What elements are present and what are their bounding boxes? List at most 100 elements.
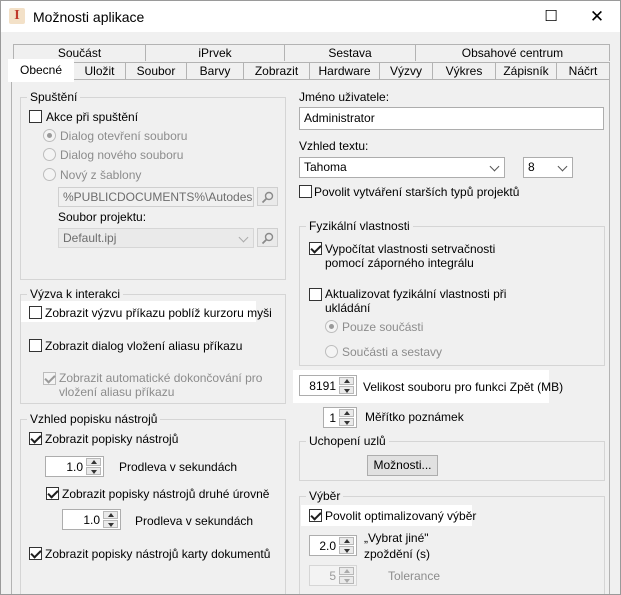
decrement-arrow-icon[interactable]: [339, 418, 354, 426]
template-browse-button[interactable]: [257, 187, 278, 206]
increment-arrow-icon[interactable]: [339, 377, 354, 385]
radio-new-dialog-label: Dialog nového souboru: [60, 148, 184, 162]
tab-content-panel: Spuštění Akce při spuštění Dialog otevře…: [11, 79, 610, 594]
radio-new-dialog[interactable]: [43, 148, 56, 161]
annotation-scale-label: Měřítko poznámek: [365, 410, 464, 424]
tolerance-value: 5: [329, 569, 336, 583]
tooltips-group-label: Vzhled popisku nástrojů: [27, 412, 161, 426]
radio-new-from-template-label: Nový z šablony: [60, 168, 142, 182]
font-size-dropdown[interactable]: 8: [523, 157, 573, 178]
startup-action-label: Akce při spuštění: [46, 110, 139, 124]
increment-arrow-icon[interactable]: [339, 537, 354, 545]
close-button[interactable]: ✕: [574, 1, 620, 32]
second-level-delay-label: Prodleva v sekundách: [135, 514, 254, 528]
tab-nacrt[interactable]: Náčrt: [556, 62, 610, 79]
physical-properties-group-label: Fyzikální vlastnosti: [306, 219, 413, 233]
project-file-dropdown[interactable]: Default.ipj: [58, 228, 254, 248]
increment-arrow-icon[interactable]: [339, 409, 354, 417]
app-logo-icon: I: [9, 8, 25, 24]
second-level-tooltips-checkbox[interactable]: [46, 487, 59, 500]
tab-obsahove-centrum[interactable]: Obsahové centrum: [415, 44, 610, 61]
font-dropdown[interactable]: Tahoma: [299, 157, 505, 178]
options-dialog: I Možnosti aplikace ☐ ✕ Součást iPrvek S…: [0, 0, 621, 595]
prompt-near-cursor-label: Zobrazit výzvu příkazu poblíž kurzoru my…: [45, 306, 272, 320]
radio-parts-and-assemblies-label: Součásti a sestavy: [342, 345, 443, 359]
tab-zapisnik[interactable]: Zápisník: [495, 62, 557, 79]
prompt-near-cursor-checkbox[interactable]: [29, 306, 42, 319]
username-field[interactable]: Administrator: [299, 107, 604, 130]
increment-arrow-icon[interactable]: [103, 511, 118, 519]
second-level-delay-value: 1.0: [83, 513, 100, 527]
decrement-arrow-icon[interactable]: [339, 546, 354, 554]
text-appearance-label: Vzhled textu:: [299, 139, 369, 153]
tab-soubor[interactable]: Soubor: [125, 62, 187, 79]
chevron-down-icon: [489, 161, 500, 172]
tab-ulozit[interactable]: Uložit: [73, 62, 126, 79]
annotation-scale-value: 1: [329, 411, 336, 425]
increment-arrow-icon[interactable]: [339, 567, 354, 575]
snap-options-button[interactable]: Možnosti...: [367, 455, 438, 476]
tooltip-delay-stepper[interactable]: 1.0: [45, 456, 104, 477]
calc-inertia-checkbox[interactable]: [309, 242, 322, 255]
show-tooltips-label: Zobrazit popisky nástrojů: [45, 432, 179, 446]
autocomplete-checkbox[interactable]: [43, 372, 56, 385]
window-title: Možnosti aplikace: [33, 9, 145, 25]
show-tooltips-checkbox[interactable]: [29, 432, 42, 445]
template-path-field[interactable]: %PUBLICDOCUMENTS%\Autodesk\Inv: [58, 187, 254, 207]
doc-tab-tooltips-label: Zobrazit popisky nástrojů karty dokument…: [45, 547, 271, 561]
tab-iprvek[interactable]: iPrvek: [145, 44, 285, 61]
project-browse-button[interactable]: [257, 228, 278, 247]
decrement-arrow-icon[interactable]: [86, 467, 101, 475]
alias-dialog-checkbox[interactable]: [29, 339, 42, 352]
legacy-projects-checkbox[interactable]: [299, 185, 312, 198]
update-physical-label: Aktualizovat fyzikální vlastnosti při uk…: [325, 287, 507, 315]
radio-parts-only-label: Pouze součásti: [342, 320, 424, 334]
decrement-arrow-icon[interactable]: [339, 386, 354, 394]
undo-size-value: 8191: [309, 379, 336, 393]
chevron-down-icon: [557, 161, 568, 172]
radio-open-dialog-label: Dialog otevření souboru: [60, 129, 188, 143]
tab-hardware[interactable]: Hardware: [309, 62, 380, 79]
project-file-value: Default.ipj: [63, 231, 117, 245]
optimized-selection-checkbox[interactable]: [309, 509, 322, 522]
autocomplete-label: Zobrazit automatické dokončování pro vlo…: [59, 371, 263, 399]
radio-parts-only[interactable]: [325, 320, 338, 333]
startup-action-checkbox[interactable]: [29, 110, 42, 123]
increment-arrow-icon[interactable]: [86, 458, 101, 466]
select-other-delay-label: „Vybrat jiné" zpoždění (s): [364, 531, 431, 561]
radio-open-dialog[interactable]: [43, 129, 56, 142]
maximize-button[interactable]: ☐: [528, 1, 574, 32]
title-bar: I Možnosti aplikace ☐ ✕: [1, 1, 620, 32]
calc-inertia-label: Vypočítat vlastnosti setrvačnosti pomocí…: [325, 242, 496, 270]
snap-group: Uchopení uzlů: [299, 434, 605, 481]
annotation-scale-stepper[interactable]: 1: [323, 407, 357, 428]
tab-barvy[interactable]: Barvy: [186, 62, 244, 79]
undo-size-stepper[interactable]: 8191: [299, 375, 357, 396]
decrement-arrow-icon[interactable]: [339, 576, 354, 584]
snap-group-label: Uchopení uzlů: [306, 434, 389, 448]
radio-new-from-template[interactable]: [43, 168, 56, 181]
browse-icon: [261, 191, 274, 204]
font-value: Tahoma: [304, 160, 347, 174]
second-level-tooltips-label: Zobrazit popisky nástrojů druhé úrovně: [62, 487, 270, 501]
radio-parts-and-assemblies[interactable]: [325, 345, 338, 358]
username-label: Jméno uživatele:: [299, 90, 390, 104]
tolerance-stepper[interactable]: 5: [309, 565, 357, 586]
browse-icon: [261, 232, 274, 245]
undo-size-label: Velikost souboru pro funkci Zpět (MB): [363, 380, 564, 394]
tab-obecne[interactable]: Obecné: [8, 59, 74, 82]
tab-sestava[interactable]: Sestava: [284, 44, 416, 61]
optimized-selection-label: Povolit optimalizovaný výběr: [325, 509, 477, 523]
tab-zobrazit[interactable]: Zobrazit: [243, 62, 310, 79]
tab-vykres[interactable]: Výkres: [432, 62, 496, 79]
tolerance-label: Tolerance: [388, 569, 441, 583]
project-file-label: Soubor projektu:: [58, 210, 147, 224]
update-physical-checkbox[interactable]: [309, 288, 322, 301]
select-other-delay-stepper[interactable]: 2.0: [309, 535, 357, 556]
chevron-down-icon: [238, 232, 249, 243]
select-other-delay-value: 2.0: [319, 539, 336, 553]
doc-tab-tooltips-checkbox[interactable]: [29, 547, 42, 560]
decrement-arrow-icon[interactable]: [103, 520, 118, 528]
tab-vyzvy[interactable]: Výzvy: [379, 62, 433, 79]
second-level-delay-stepper[interactable]: 1.0: [62, 509, 121, 530]
